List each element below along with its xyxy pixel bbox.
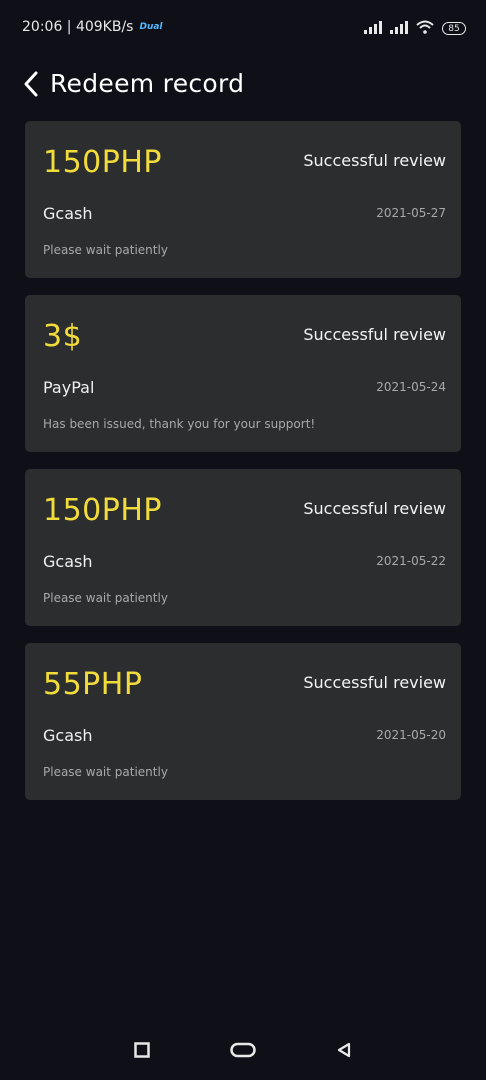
- record-amount: 150PHP: [43, 145, 163, 180]
- record-card[interactable]: 55PHP Successful review Gcash 2021-05-20…: [25, 643, 461, 800]
- back-button[interactable]: [20, 70, 44, 98]
- page-title: Redeem record: [50, 69, 245, 98]
- nav-recents-button[interactable]: [128, 1038, 156, 1062]
- status-bar: 20:06 | 409KB/s Dual 85: [0, 0, 486, 56]
- record-note: Please wait patiently: [43, 591, 168, 605]
- record-amount: 150PHP: [43, 493, 163, 528]
- cellular-signal-icon: [364, 19, 382, 38]
- record-method: Gcash: [43, 204, 93, 223]
- record-note: Has been issued, thank you for your supp…: [43, 417, 316, 431]
- record-method: PayPal: [43, 378, 95, 397]
- record-status: Successful review: [303, 499, 446, 518]
- system-nav-bar: [0, 1030, 486, 1070]
- triangle-left-icon: [337, 1042, 351, 1058]
- status-time-speed: 20:06 | 409KB/s: [22, 19, 134, 35]
- record-status: Successful review: [303, 325, 446, 344]
- record-note: Please wait patiently: [43, 243, 168, 257]
- record-status: Successful review: [303, 151, 446, 170]
- wifi-icon: [416, 19, 434, 38]
- record-amount: 55PHP: [43, 667, 143, 702]
- square-icon: [134, 1042, 150, 1058]
- status-left: 20:06 | 409KB/s Dual: [22, 19, 163, 35]
- dual-app-badge: Dual: [139, 22, 163, 32]
- record-card[interactable]: 150PHP Successful review Gcash 2021-05-2…: [25, 121, 461, 278]
- nav-back-button[interactable]: [330, 1038, 358, 1062]
- record-method: Gcash: [43, 726, 93, 745]
- chevron-left-icon: [24, 71, 38, 97]
- record-date: 2021-05-24: [376, 380, 446, 394]
- nav-home-button[interactable]: [229, 1038, 257, 1062]
- record-note: Please wait patiently: [43, 765, 168, 779]
- record-amount: 3$: [43, 319, 83, 354]
- record-card[interactable]: 3$ Successful review PayPal 2021-05-24 H…: [25, 295, 461, 452]
- status-right: 85: [364, 19, 466, 38]
- record-status: Successful review: [303, 673, 446, 692]
- cellular-signal-icon-2: [390, 19, 408, 38]
- battery-icon: 85: [442, 22, 466, 35]
- record-date: 2021-05-20: [376, 728, 446, 742]
- record-date: 2021-05-27: [376, 206, 446, 220]
- rounded-rect-icon: [230, 1042, 256, 1058]
- record-card[interactable]: 150PHP Successful review Gcash 2021-05-2…: [25, 469, 461, 626]
- header: Redeem record: [0, 60, 486, 110]
- record-date: 2021-05-22: [376, 554, 446, 568]
- record-method: Gcash: [43, 552, 93, 571]
